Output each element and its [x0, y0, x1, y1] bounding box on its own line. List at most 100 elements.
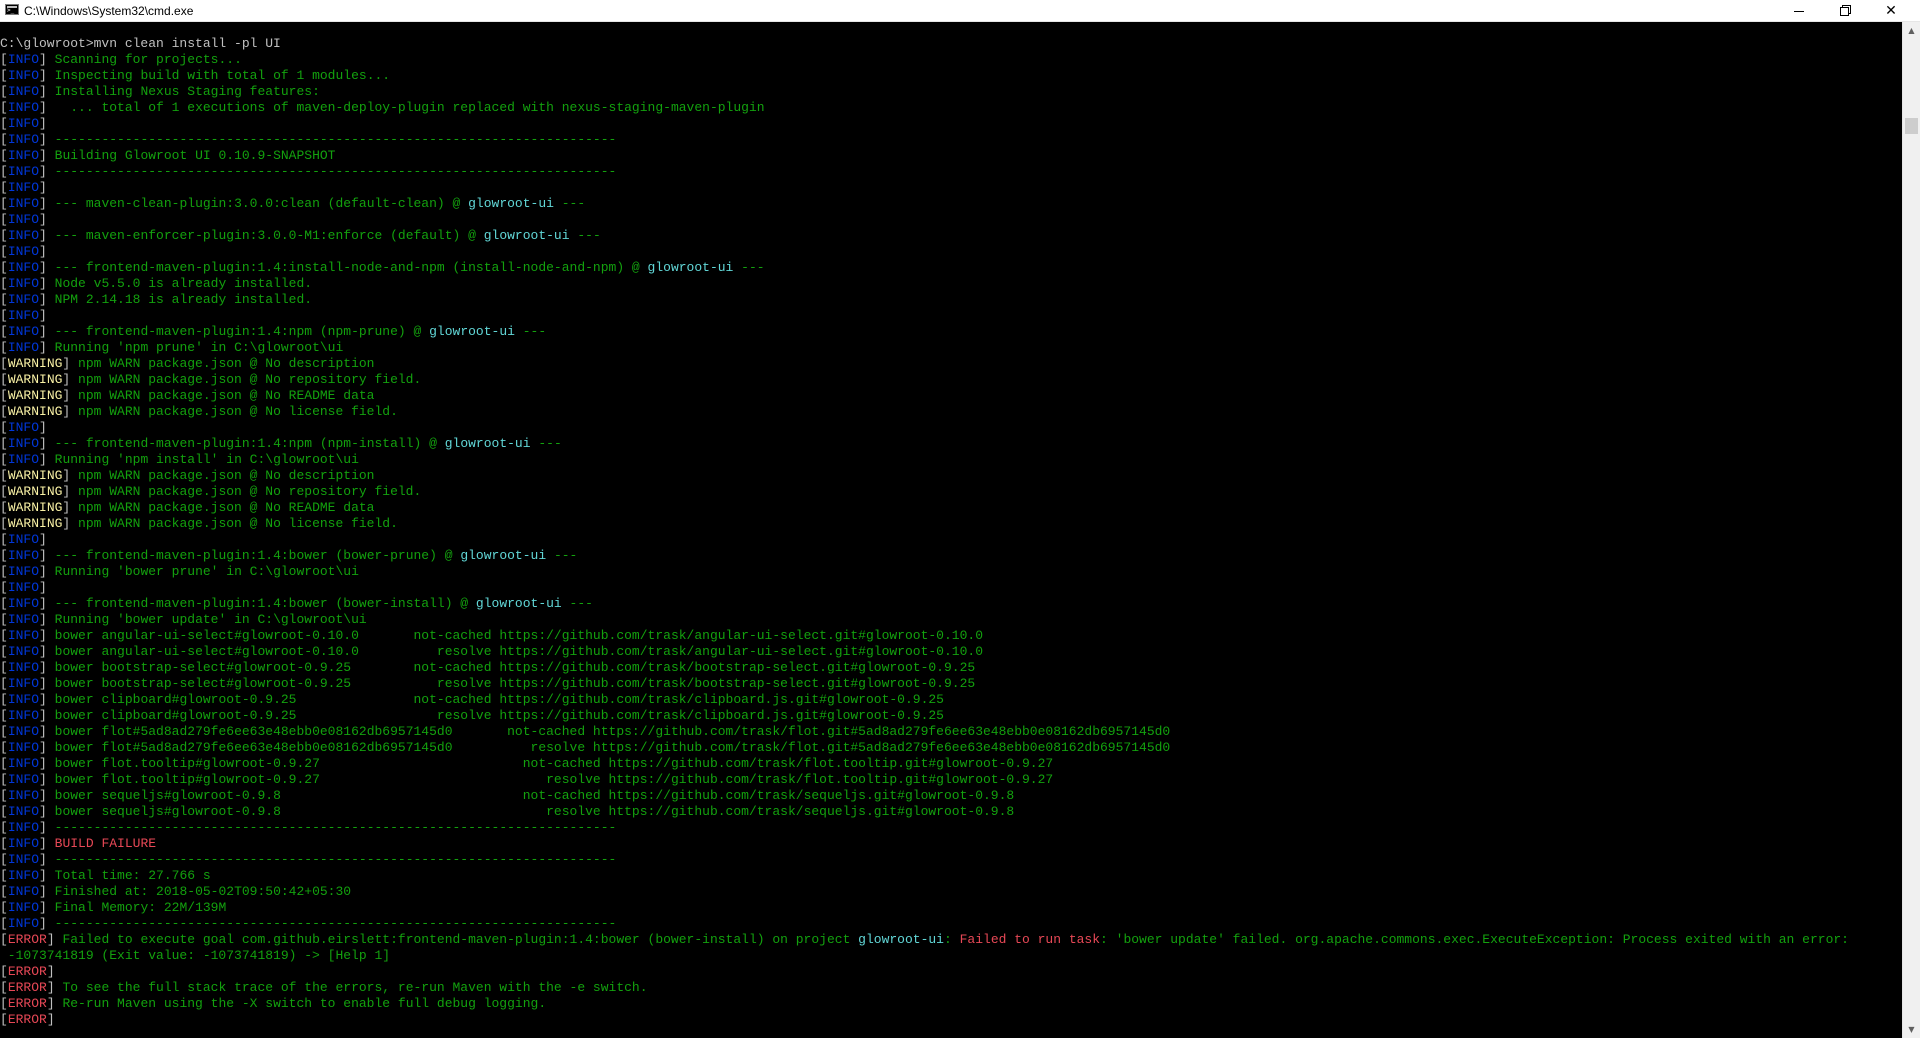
console-line: [INFO] Running 'bower update' in C:\glow…	[0, 612, 1902, 628]
console-text: C:\glowroot>mvn clean install -pl UI	[0, 36, 281, 51]
console-line: [INFO] bower sequeljs#glowroot-0.9.8 res…	[0, 804, 1902, 820]
console-line: [INFO]	[0, 116, 1902, 132]
console-line: [INFO]	[0, 580, 1902, 596]
scroll-up-icon[interactable]: ▲	[1903, 22, 1920, 39]
console-text: [	[0, 740, 8, 755]
console-text: INFO	[7, 660, 40, 675]
console-text: --- frontend-maven-plugin:1.4:bower (bow…	[54, 548, 461, 563]
console-line: [INFO] Building Glowroot UI 0.10.9-SNAPS…	[0, 148, 1902, 164]
console-text: [	[0, 260, 8, 275]
console-text: [	[0, 340, 8, 355]
console-text: ]	[62, 356, 79, 371]
console-text: ]	[62, 388, 79, 403]
console-text: [	[0, 324, 8, 339]
console-text: ]	[39, 116, 47, 131]
console-text: Running 'npm install' in C:\glowroot\ui	[54, 452, 359, 467]
console-text: ]	[39, 772, 55, 787]
console-text: ----------------------------------------…	[54, 852, 617, 867]
console-text: Running 'bower prune' in C:\glowroot\ui	[54, 564, 359, 579]
maximize-button[interactable]	[1822, 0, 1868, 22]
console-line: [ERROR]	[0, 1012, 1902, 1028]
console-line: [INFO] Running 'npm install' in C:\glowr…	[0, 452, 1902, 468]
console-text: [	[0, 404, 8, 419]
scrollbar-thumb[interactable]	[1905, 118, 1918, 134]
console-line: [WARNING] npm WARN package.json @ No rep…	[0, 372, 1902, 388]
console-line: [INFO] Final Memory: 22M/139M	[0, 900, 1902, 916]
console-text: npm WARN package.json @ No README data	[78, 500, 375, 515]
console-line: [INFO] ---------------------------------…	[0, 916, 1902, 932]
console-text: ]	[39, 308, 47, 323]
console-text: [	[0, 900, 8, 915]
console-text: ]	[39, 884, 55, 899]
console-text: [	[0, 436, 8, 451]
console-text: [	[0, 100, 8, 115]
console-text: [	[0, 420, 8, 435]
console-line: [INFO] ... total of 1 executions of mave…	[0, 100, 1902, 116]
vertical-scrollbar[interactable]: ▲ ▼	[1902, 22, 1920, 1038]
console-line: [WARNING] npm WARN package.json @ No des…	[0, 356, 1902, 372]
console-icon[interactable]	[5, 4, 19, 15]
console-text: To see the full stack trace of the error…	[62, 980, 648, 995]
minimize-button[interactable]	[1776, 0, 1822, 22]
console-text: [	[0, 612, 8, 627]
console-text: [	[0, 148, 8, 163]
console-text: Scanning for projects...	[54, 52, 242, 67]
console-text: ]	[62, 468, 79, 483]
console-text: [	[0, 292, 8, 307]
console-line: [INFO] bower bootstrap-select#glowroot-0…	[0, 660, 1902, 676]
console-text: INFO	[7, 68, 40, 83]
console-text: Failed to run task	[959, 932, 1101, 947]
console-text: [	[0, 132, 8, 147]
console-text: INFO	[7, 212, 40, 227]
console-text: [	[0, 116, 8, 131]
console-line: [INFO] Total time: 27.766 s	[0, 868, 1902, 884]
console-text: INFO	[7, 324, 40, 339]
console-text: [	[0, 452, 8, 467]
scroll-down-icon[interactable]: ▼	[1903, 1021, 1920, 1038]
console-text: Finished at: 2018-05-02T09:50:42+05:30	[54, 884, 352, 899]
console-lines: C:\glowroot>mvn clean install -pl UI [INF…	[0, 36, 1902, 1028]
console-text: INFO	[7, 564, 40, 579]
title-bar[interactable]: C:\Windows\System32\cmd.exe ✕	[0, 0, 1920, 22]
console-text: ]	[39, 276, 55, 291]
console-text: Building Glowroot UI 0.10.9-SNAPSHOT	[54, 148, 336, 163]
close-button[interactable]: ✕	[1868, 0, 1914, 22]
console-output[interactable]: C:\glowroot>mvn clean install -pl UI [INF…	[0, 22, 1902, 1038]
console-text: ]	[39, 100, 55, 115]
console-line: [INFO] Running 'bower prune' in C:\glowr…	[0, 564, 1902, 580]
console-text: glowroot-ui	[468, 196, 554, 211]
console-text: ]	[39, 628, 55, 643]
close-icon: ✕	[1885, 3, 1897, 19]
console-line: [ERROR]	[0, 964, 1902, 980]
console-line: [INFO] bower clipboard#glowroot-0.9.25 r…	[0, 708, 1902, 724]
console-text: INFO	[7, 180, 40, 195]
console-text: ]	[39, 84, 55, 99]
console-text: INFO	[7, 612, 40, 627]
console-text: ]	[39, 756, 55, 771]
console-text: ---	[546, 548, 578, 563]
console-text: ]	[39, 212, 47, 227]
console-text: INFO	[7, 532, 40, 547]
console-text: npm WARN package.json @ No repository fi…	[78, 484, 422, 499]
console-text: ERROR	[7, 932, 47, 947]
console-line: [INFO] NPM 2.14.18 is already installed.	[0, 292, 1902, 308]
console-text: ]	[39, 52, 55, 67]
minimize-icon	[1794, 11, 1804, 12]
console-text: ]	[39, 164, 55, 179]
console-text: [	[0, 180, 8, 195]
console-text: --- frontend-maven-plugin:1.4:bower (bow…	[54, 596, 476, 611]
console-line: [INFO]	[0, 532, 1902, 548]
console-text: : 'bower update' failed. org.apache.comm…	[1100, 932, 1849, 947]
console-text: WARNING	[7, 372, 63, 387]
console-text: ]	[62, 516, 79, 531]
console-line: [WARNING] npm WARN package.json @ No REA…	[0, 388, 1902, 404]
console-line: [INFO]	[0, 212, 1902, 228]
console-text: ---	[569, 228, 601, 243]
console-text: INFO	[7, 52, 40, 67]
console-text: ERROR	[7, 1012, 47, 1027]
console-text: ]	[39, 196, 55, 211]
console-text: --- maven-enforcer-plugin:3.0.0-M1:enfor…	[54, 228, 484, 243]
console-text: npm WARN package.json @ No repository fi…	[78, 372, 422, 387]
console-text: ]	[39, 532, 47, 547]
console-text: [	[0, 916, 8, 931]
